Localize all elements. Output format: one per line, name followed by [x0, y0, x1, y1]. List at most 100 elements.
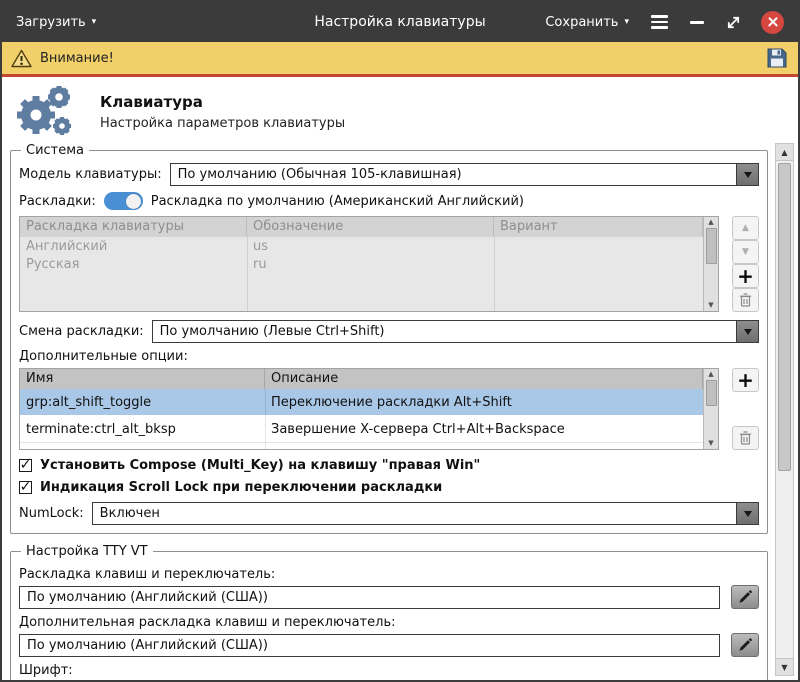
system-group: Система Модель клавиатуры: По умолчанию …: [10, 143, 768, 534]
keyboard-model-select[interactable]: По умолчанию (Обычная 105-клавишная): [170, 163, 759, 186]
close-button[interactable]: [761, 11, 784, 34]
window-title: Настройка клавиатуры: [314, 14, 485, 30]
numlock-value: Включен: [93, 506, 736, 521]
checkbox-checked-icon: ✓: [19, 481, 32, 494]
chevron-down-icon[interactable]: [736, 321, 758, 342]
layouts-table-header: Раскладка клавиатуры Обозначение Вариант: [20, 217, 718, 237]
numlock-label: NumLock:: [19, 506, 84, 521]
add-option-button[interactable]: +: [732, 368, 759, 392]
trash-icon: [739, 293, 752, 307]
layouts-label: Раскладки:: [19, 194, 96, 209]
delete-option-button[interactable]: [732, 426, 759, 450]
compose-checkbox[interactable]: ✓ Установить Compose (Multi_Key) на клав…: [19, 458, 759, 473]
scroll-lock-checkbox-label: Индикация Scroll Lock при переключении р…: [40, 480, 442, 495]
add-layout-button[interactable]: +: [732, 264, 759, 288]
app-header-text: Клавиатура Настройка параметров клавиату…: [100, 93, 345, 131]
load-menu-button[interactable]: Загрузить ▾: [16, 15, 96, 30]
layout-switch-select[interactable]: По умолчанию (Левые Ctrl+Shift): [152, 320, 759, 343]
table-row: Английский us: [20, 237, 718, 255]
column-header: Раскладка клавиатуры: [20, 217, 247, 237]
tty-layout-label: Раскладка клавиш и переключатель:: [19, 567, 759, 582]
scroll-down-icon[interactable]: ▼: [708, 438, 713, 449]
tty-layout-field[interactable]: По умолчанию (Английский (США)): [19, 586, 720, 609]
delete-layout-button[interactable]: [732, 288, 759, 312]
chevron-down-icon: ▾: [92, 18, 97, 27]
save-menu-label: Сохранить: [545, 15, 618, 30]
tty-extra-layout-field[interactable]: По умолчанию (Английский (США)): [19, 634, 720, 657]
option-name-cell: grp:alt_shift_toggle: [20, 395, 265, 410]
move-down-button[interactable]: ▼: [732, 240, 759, 264]
column-header: Имя: [20, 369, 265, 389]
scroll-lock-checkbox[interactable]: ✓ Индикация Scroll Lock при переключении…: [19, 480, 759, 495]
plus-icon: +: [737, 268, 754, 284]
column-header: Вариант: [494, 217, 703, 237]
trash-icon: [739, 431, 752, 445]
move-up-button[interactable]: ▲: [732, 216, 759, 240]
layout-switch-value: По умолчанию (Левые Ctrl+Shift): [153, 324, 736, 339]
column-header: Обозначение: [247, 217, 494, 237]
chevron-down-icon: ▾: [624, 18, 629, 27]
layout-name-cell: Русская: [20, 257, 247, 272]
minimize-icon: [690, 21, 704, 24]
pencil-icon: [738, 638, 752, 652]
gears-icon: [12, 83, 80, 141]
scroll-up-icon[interactable]: ▲: [708, 369, 713, 380]
compose-checkbox-label: Установить Compose (Multi_Key) на клавиш…: [40, 458, 480, 473]
options-table-header: Имя Описание: [20, 369, 718, 389]
default-layout-toggle[interactable]: [104, 192, 143, 210]
warning-icon: [11, 49, 32, 68]
keyboard-model-value: По умолчанию (Обычная 105-клавишная): [171, 167, 736, 182]
warning-bar: Внимание!: [2, 42, 798, 77]
plus-icon: +: [737, 372, 754, 388]
scroll-down-icon[interactable]: ▼: [708, 300, 713, 311]
keyboard-model-label: Модель клавиатуры:: [19, 167, 162, 182]
table-row: Русская ru: [20, 255, 718, 273]
system-group-legend: Система: [21, 143, 89, 158]
default-layout-toggle-label: Раскладка по умолчанию (Американский Анг…: [151, 194, 524, 209]
scroll-up-button[interactable]: ▲: [776, 144, 793, 161]
content-area: Клавиатура Настройка параметров клавиату…: [2, 77, 798, 680]
scrollbar-thumb[interactable]: [706, 228, 717, 264]
option-description-cell: Переключение раскладки Alt+Shift: [265, 395, 703, 410]
layout-code-cell: us: [247, 239, 494, 254]
titlebar-actions: Сохранить ▾: [545, 11, 784, 34]
menu-icon[interactable]: [648, 12, 671, 32]
minimize-button[interactable]: [690, 12, 706, 32]
scroll-down-button[interactable]: ▼: [776, 658, 793, 675]
column-header: Описание: [265, 369, 703, 389]
tty-font-label: Шрифт:: [19, 663, 759, 678]
option-name-cell: terminate:ctrl_alt_bksp: [20, 422, 265, 437]
numlock-select[interactable]: Включен: [92, 502, 759, 525]
pencil-icon: [738, 590, 752, 604]
chevron-down-icon[interactable]: [736, 503, 758, 524]
keyboard-settings-window: Загрузить ▾ Настройка клавиатуры Сохрани…: [0, 0, 800, 682]
layouts-table-scrollbar[interactable]: ▲ ▼: [703, 217, 718, 311]
scrollbar-thumb[interactable]: [706, 380, 717, 406]
table-row-selected[interactable]: grp:alt_shift_toggle Переключение раскла…: [20, 389, 718, 416]
edit-tty-layout-button[interactable]: [731, 585, 759, 609]
edit-tty-extra-layout-button[interactable]: [731, 633, 759, 657]
layouts-table: Раскладка клавиатуры Обозначение Вариант…: [19, 216, 719, 312]
main-scrollbar[interactable]: ▲ ▼: [775, 143, 794, 676]
tty-extra-layout-label: Дополнительная раскладка клавиш и перекл…: [19, 615, 759, 630]
tty-group: Настройка TTY VT Раскладка клавиш и пере…: [10, 544, 768, 682]
fullscreen-button[interactable]: [725, 14, 742, 31]
scrollbar-thumb[interactable]: [778, 163, 791, 471]
table-row[interactable]: terminate:ctrl_alt_bksp Завершение X-сер…: [20, 416, 718, 443]
toggle-knob: [126, 194, 141, 209]
floppy-save-icon: [766, 47, 788, 69]
option-description-cell: Завершение X-сервера Ctrl+Alt+Backspace: [265, 422, 703, 437]
scroll-up-icon[interactable]: ▲: [708, 217, 713, 228]
save-menu-button[interactable]: Сохранить ▾: [545, 15, 629, 30]
expand-icon: [725, 14, 742, 31]
save-file-button[interactable]: [765, 46, 789, 70]
extra-options-label: Дополнительные опции:: [19, 349, 759, 364]
options-table-scrollbar[interactable]: ▲ ▼: [703, 369, 718, 449]
page-subtitle: Настройка параметров клавиатуры: [100, 116, 345, 131]
page-title: Клавиатура: [100, 93, 345, 111]
checkbox-checked-icon: ✓: [19, 459, 32, 472]
titlebar: Загрузить ▾ Настройка клавиатуры Сохрани…: [2, 2, 798, 42]
chevron-down-icon[interactable]: [736, 164, 758, 185]
layouts-table-buttons: ▲ ▼ +: [732, 216, 759, 312]
options-table: Имя Описание grp:alt_shift_toggle Перекл…: [19, 368, 719, 450]
